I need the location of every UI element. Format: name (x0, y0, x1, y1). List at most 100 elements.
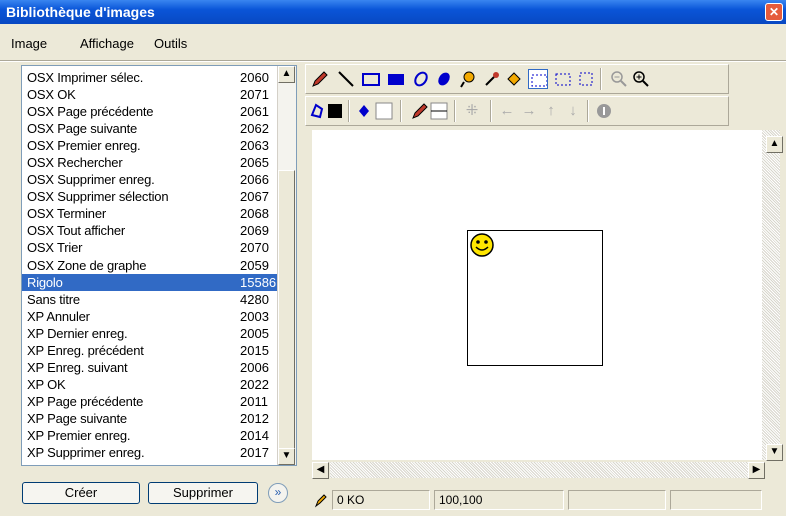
list-item-id: 2014 (240, 427, 269, 443)
list-item[interactable]: XP Premier enreg. 2014 (22, 427, 280, 444)
arrow-up-icon[interactable]: ↑ (541, 101, 561, 121)
list-item[interactable]: XP Page suivante 2012 (22, 410, 280, 427)
filled-rectangle-icon[interactable] (386, 69, 406, 89)
list-item[interactable]: OSX Terminer 2068 (22, 205, 280, 222)
list-item-name: OSX Terminer (27, 206, 106, 222)
scroll-down-button[interactable]: ▼ (278, 448, 295, 465)
list-item-id: 2068 (240, 206, 269, 222)
stop-icon[interactable] (594, 101, 614, 121)
list-item-id: 2060 (240, 70, 269, 85)
more-button[interactable]: » (268, 483, 288, 503)
toolbar-separator (600, 68, 602, 90)
list-item-id: 2011 (240, 393, 268, 409)
list-item[interactable]: XP Enreg. précédent 2015 (22, 342, 280, 359)
zoom-out-icon[interactable] (609, 69, 629, 89)
stroke-color-icon[interactable] (310, 101, 344, 121)
format-toolbar: ⁜ ← → ↑ ↓ (305, 96, 729, 126)
line-color-icon[interactable] (409, 101, 449, 121)
list-item-id: 2062 (240, 121, 269, 137)
status-coords: 100,100 (434, 490, 564, 510)
list-item[interactable]: OSX Page suivante 2062 (22, 120, 280, 137)
arrow-left-icon[interactable]: ← (497, 101, 517, 121)
toolbar-separator (454, 100, 456, 122)
list-item[interactable]: OSX Trier 2070 (22, 239, 280, 256)
list-item[interactable]: OSX Imprimer sélec. 2060 (22, 69, 280, 86)
list-item-name: OSX Trier (27, 240, 83, 256)
toolbar-separator (348, 100, 350, 122)
list-item-name: XP OK (27, 376, 66, 392)
list-item[interactable]: OSX Zone de graphe 2059 (22, 257, 280, 274)
select-free-icon[interactable] (576, 69, 596, 89)
paint-bucket-icon[interactable] (504, 69, 524, 89)
list-item[interactable]: OSX OK 2071 (22, 86, 280, 103)
list-item-id: 2006 (240, 359, 269, 375)
list-item-name: OSX Page précédente (27, 104, 154, 120)
filled-ellipse-icon[interactable] (434, 69, 454, 89)
list-item[interactable]: XP OK 2022 (22, 376, 280, 393)
list-item[interactable]: Sans titre 4280 (22, 291, 280, 308)
image-preview[interactable] (467, 230, 603, 366)
list-item[interactable]: XP Dernier enreg. 2005 (22, 325, 280, 342)
fill-color-icon[interactable] (356, 101, 394, 121)
status-field (670, 490, 762, 510)
line-icon[interactable] (336, 69, 356, 89)
rectangle-icon[interactable] (361, 69, 381, 89)
toolbar-separator (490, 100, 492, 122)
list-item[interactable]: OSX Page précédente 2061 (22, 103, 280, 120)
menu-outils[interactable]: Outils (154, 36, 187, 51)
canvas-hscroll-track[interactable] (330, 462, 762, 478)
select-rect-icon[interactable] (528, 69, 548, 89)
eyedropper-icon[interactable] (482, 69, 502, 89)
list-item[interactable]: OSX Supprimer enreg. 2066 (22, 171, 280, 188)
list-item-name: OSX Tout afficher (27, 223, 126, 239)
list-item[interactable]: Rigolo 15586 (22, 273, 280, 291)
arrow-down-icon[interactable]: ↓ (563, 101, 583, 121)
list-item-name: OSX Premier enreg. (27, 138, 141, 154)
list-item[interactable]: OSX Premier enreg. 2063 (22, 137, 280, 154)
list-item-id: 2069 (240, 223, 269, 239)
list-item-id: 2070 (240, 240, 269, 256)
list-item-name: XP Supprimer enreg. (27, 445, 145, 461)
list-item-name: XP Annuler (27, 308, 90, 324)
list-item[interactable]: XP Page précédente 2011 (22, 393, 280, 410)
window-title: Bibliothèque d'images (6, 4, 155, 20)
menu-affichage[interactable]: Affichage (80, 36, 134, 51)
list-item[interactable]: OSX Rechercher 2065 (22, 154, 280, 171)
list-item-name: XP Enreg. suivant (27, 359, 128, 375)
ellipse-icon[interactable] (411, 69, 431, 89)
drawing-toolbar (305, 64, 729, 94)
canvas-vscroll-track[interactable] (762, 130, 780, 460)
arrow-right-icon[interactable]: → (519, 101, 539, 121)
canvas-scroll-up-button[interactable]: ▲ (766, 136, 783, 153)
canvas-scroll-left-button[interactable]: ◀ (312, 462, 329, 479)
select-resize-icon[interactable] (553, 69, 573, 89)
pencil-status-icon (314, 494, 327, 508)
list-item[interactable]: OSX Supprimer sélection 2067 (22, 188, 280, 205)
canvas-scroll-right-button[interactable]: ▶ (748, 462, 765, 479)
scroll-thumb[interactable] (278, 170, 295, 465)
image-list-rows: OSX Imprimer sélec. 2060 OSX OK 2071 OSX Pag… (22, 69, 280, 461)
lasso-fill-icon[interactable] (458, 69, 478, 89)
list-item-name: OSX Supprimer enreg. (27, 172, 155, 188)
menu-image[interactable]: Image (11, 36, 47, 51)
list-item[interactable]: OSX Tout afficher 2069 (22, 222, 280, 239)
list-item[interactable]: XP Supprimer enreg. 2017 (22, 444, 280, 461)
zoom-in-icon[interactable] (631, 69, 651, 89)
list-scrollbar[interactable]: ▲ ▼ (277, 66, 296, 465)
toolbar-separator (400, 100, 402, 122)
scroll-up-button[interactable]: ▲ (278, 66, 295, 83)
list-item-id: 2003 (240, 308, 269, 324)
canvas-scroll-down-button[interactable]: ▼ (766, 444, 783, 461)
close-button[interactable]: ✕ (765, 3, 783, 21)
list-item[interactable]: XP Enreg. suivant 2006 (22, 359, 280, 376)
delete-button[interactable]: Supprimer (148, 482, 258, 504)
title-bar: Bibliothèque d'images ✕ (0, 0, 786, 24)
grid-icon[interactable]: ⁜ (462, 101, 482, 121)
list-item[interactable]: XP Annuler 2003 (22, 308, 280, 325)
image-list[interactable]: OSX Imprimer sélec. 2060 OSX OK 2071 OSX Pag… (21, 65, 297, 466)
list-item-name: OSX Imprimer sélec. (27, 70, 144, 85)
list-item-id: 4280 (240, 291, 269, 307)
list-item-id: 2061 (240, 104, 269, 120)
pencil-icon[interactable] (310, 69, 330, 89)
create-button[interactable]: Créer (22, 482, 140, 504)
